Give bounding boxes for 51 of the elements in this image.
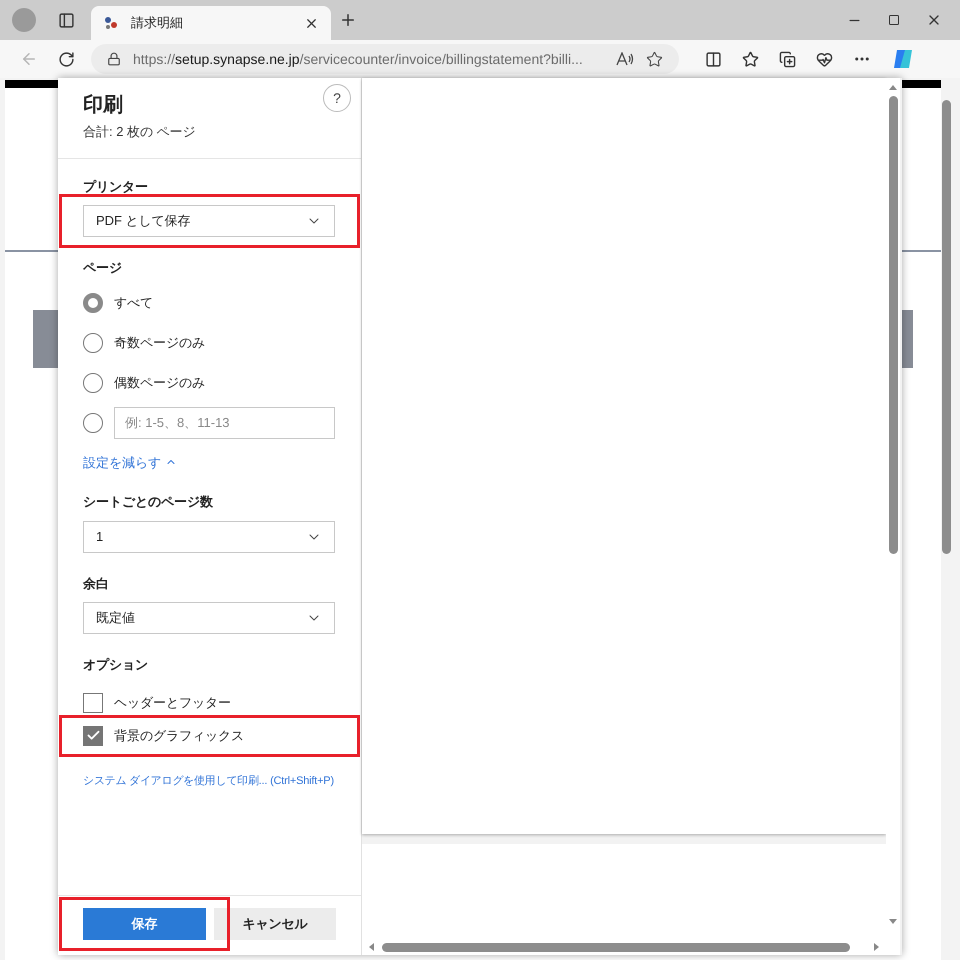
new-tab-icon[interactable] [339, 11, 357, 29]
section-label: シートごとのページ数 [83, 493, 214, 511]
fewer-settings-link[interactable]: 設定を減らす [83, 452, 177, 472]
tab-actions-icon[interactable] [58, 12, 75, 28]
scroll-left-icon[interactable] [368, 943, 374, 951]
section-label: オプション [83, 656, 149, 674]
horizontal-scrollbar[interactable] [382, 942, 850, 952]
checkbox-label: ヘッダーとフッター [114, 694, 231, 712]
section-label: 余白 [83, 574, 110, 592]
copilot-icon[interactable] [891, 47, 915, 71]
browser-tab[interactable]: 請求明細 [91, 6, 331, 40]
checkbox-label: 背景のグラフィックス [114, 726, 244, 745]
url-text: https://setup.synapse.ne.jp/servicecounter/invoice/billingstatement?billi... [133, 50, 584, 69]
printer-dropdown[interactable]: PDF として保存 [83, 205, 335, 237]
radio-label: 奇数ページのみ [114, 334, 205, 352]
scroll-up-icon[interactable] [889, 84, 897, 90]
radio-label: すべて [114, 294, 153, 312]
save-button[interactable]: 保存 [83, 908, 206, 940]
lock-icon [107, 52, 121, 66]
system-dialog-link[interactable]: システム ダイアログを使用して印刷... (Ctrl+Shift+P) [83, 772, 334, 789]
collections-icon[interactable] [779, 50, 796, 68]
split-screen-icon[interactable] [705, 50, 722, 68]
scroll-right-icon[interactable] [874, 943, 880, 951]
address-bar[interactable]: https://setup.synapse.ne.jp/servicecounter/invoice/billingstatement?billi... [91, 44, 679, 74]
checkbox[interactable] [83, 692, 103, 712]
radio-button[interactable] [83, 372, 103, 392]
section-label: ページ [83, 259, 123, 277]
favorites-icon[interactable] [742, 50, 759, 68]
tab-title: 請求明細 [131, 14, 184, 32]
cancel-button[interactable]: キャンセル [214, 908, 336, 940]
read-aloud-icon[interactable] [616, 52, 634, 66]
preview-scrollbar[interactable] [888, 96, 898, 554]
dialog-title: 印刷 [83, 93, 124, 118]
page-count-text: 合計: 2 枚の ページ [83, 123, 197, 141]
section-label: プリンター [83, 178, 149, 196]
page-scrollbar[interactable] [942, 100, 951, 554]
help-button[interactable]: ? [323, 84, 351, 112]
reload-icon[interactable] [58, 50, 75, 68]
page-range-field[interactable]: 例: 1-5、8、11-13 [114, 406, 335, 438]
scroll-down-icon[interactable] [889, 919, 897, 925]
browser-essentials-icon[interactable] [816, 50, 833, 68]
radio-button[interactable] [83, 332, 103, 352]
pages-per-sheet-dropdown[interactable]: 1 [83, 520, 335, 552]
favorite-icon[interactable] [646, 50, 663, 68]
favicon-icon [103, 15, 119, 31]
radio-button[interactable] [83, 412, 103, 432]
radio-button[interactable] [83, 292, 103, 312]
margins-dropdown[interactable]: 既定値 [83, 602, 335, 634]
maximize-icon[interactable] [888, 14, 900, 26]
checkbox[interactable] [83, 726, 103, 746]
radio-label: 偶数ページのみ [114, 374, 205, 392]
